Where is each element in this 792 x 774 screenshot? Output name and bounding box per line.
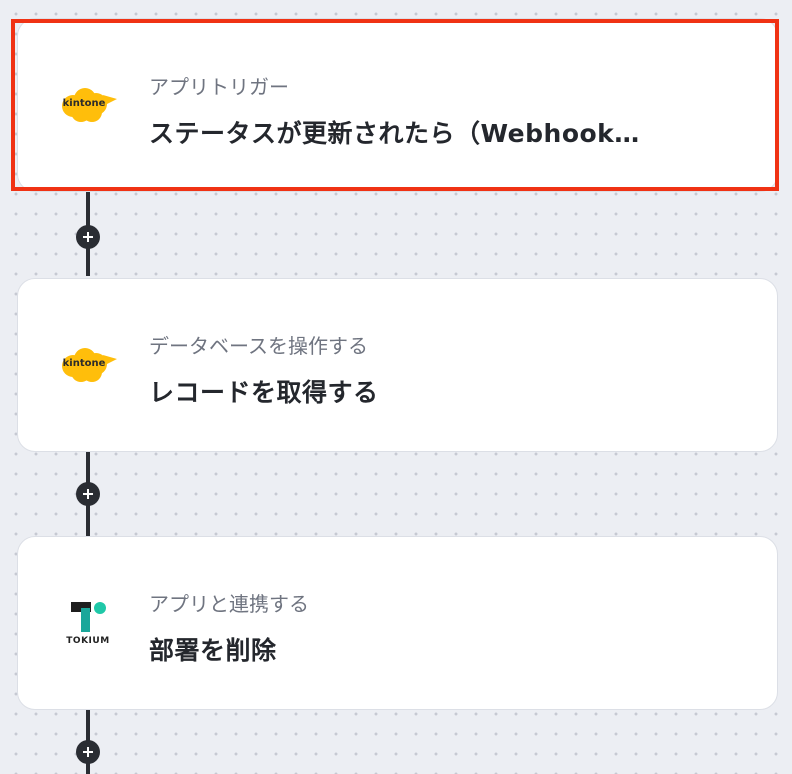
step-type-label: アプリと連携する [149,592,309,616]
kintone-logo-text: kintone [62,358,106,369]
plus-icon [83,747,93,757]
add-step-button[interactable] [76,740,100,764]
plus-icon [83,489,93,499]
add-step-button[interactable] [76,225,100,249]
kintone-logo-icon: kintone [58,340,118,390]
kintone-logo-text: kintone [62,98,106,109]
flow-step-card-trigger[interactable]: kintone アプリトリガー ステータスが更新されたら（Webhook… [17,18,778,192]
step-type-label: アプリトリガー [149,75,289,99]
step-title: 部署を削除 [149,636,277,665]
flow-step-card-action[interactable]: kintone データベースを操作する レコードを取得する [17,278,778,452]
tokium-logo-text: TOKIUM [66,636,110,646]
step-title: レコードを取得する [149,378,379,407]
step-title: ステータスが更新されたら（Webhook… [149,119,640,148]
add-step-button[interactable] [76,482,100,506]
plus-icon [83,232,93,242]
tokium-logo-icon: TOKIUM [58,598,118,648]
step-type-label: データベースを操作する [149,334,368,358]
flow-step-card-action[interactable]: TOKIUM アプリと連携する 部署を削除 [17,536,778,710]
kintone-logo-icon: kintone [58,80,118,130]
